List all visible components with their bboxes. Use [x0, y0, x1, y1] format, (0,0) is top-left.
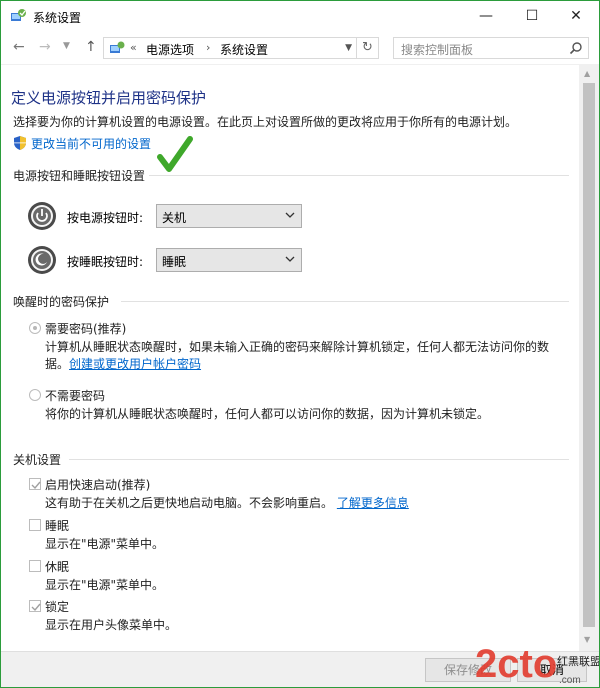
hibernate-description: 显示在"电源"菜单中。 [45, 578, 165, 592]
fast-startup-description: 这有助于在关机之后更快地启动电脑。不会影响重启。 了解更多信息 [45, 494, 409, 511]
lock-checkbox[interactable] [29, 600, 41, 612]
forward-button[interactable]: → [39, 39, 51, 55]
title-bar: 系统设置 — ☐ ✕ [1, 1, 599, 31]
sleep-button-action-select[interactable]: 睡眠 [156, 248, 302, 272]
page-description: 选择要为你的计算机设置的电源设置。在此页上对设置所做的更改将应用于你所有的电源计… [13, 115, 518, 129]
breadcrumb-item-system-settings[interactable]: 系统设置 [220, 41, 268, 58]
group-divider [69, 459, 569, 460]
change-unavailable-settings-label[interactable]: 更改当前不可用的设置 [31, 137, 151, 151]
breadcrumb-overflow-icon[interactable]: « [130, 41, 137, 54]
back-button[interactable]: ← [13, 39, 25, 55]
lock-label[interactable]: 锁定 [45, 598, 69, 615]
power-buttons-heading: 电源按钮和睡眠按钮设置 [13, 169, 146, 183]
sleep-checkbox[interactable] [29, 519, 41, 531]
scrollbar-thumb[interactable] [583, 83, 595, 627]
main-content: 定义电源按钮并启用密码保护 选择要为你的计算机设置的电源设置。在此页上对设置所做… [1, 65, 579, 651]
sleep-label[interactable]: 睡眠 [45, 517, 69, 534]
search-placeholder: 搜索控制面板 [401, 43, 474, 57]
no-password-description: 将你的计算机从睡眠状态唤醒时，任何人都可以访问你的数据，因为计算机未锁定。 [45, 407, 490, 421]
control-panel-icon [11, 9, 26, 21]
power-button-action-select[interactable]: 关机 [156, 204, 302, 228]
wake-password-heading: 唤醒时的密码保护 [13, 295, 110, 309]
navigation-bar: ← → ▼ ↑ « 电源选项 › 系统设置 ▼ ↻ 搜索控制面板 [1, 31, 599, 65]
search-box[interactable]: 搜索控制面板 [393, 37, 589, 59]
lock-description: 显示在用户头像菜单中。 [45, 618, 178, 632]
require-password-label[interactable]: 需要密码(推荐) [45, 320, 126, 337]
require-password-description: 计算机从睡眠状态唤醒时，如果未输入正确的密码来解除计算机锁定，任何人都无法访问你… [45, 340, 550, 354]
change-unavailable-settings-link[interactable]: 更改当前不可用的设置 [13, 135, 151, 152]
power-button-label: 按电源按钮时: [67, 211, 144, 225]
checkmark-icon [31, 481, 41, 490]
svg-text:红黑联盟: 红黑联盟 [557, 655, 600, 668]
scroll-up-icon[interactable]: ▲ [584, 69, 590, 78]
fast-startup-checkbox[interactable] [29, 478, 41, 490]
hibernate-checkbox[interactable] [29, 560, 41, 572]
description-suffix: 据。 [45, 357, 70, 371]
address-dropdown-chevron-icon[interactable]: ▼ [345, 43, 352, 53]
fast-startup-label[interactable]: 启用快速启动(推荐) [45, 476, 150, 493]
svg-text:2cto: 2cto [475, 642, 557, 686]
breadcrumb-item-power-options[interactable]: 电源选项 [146, 41, 194, 58]
breadcrumb-separator-icon[interactable]: › [206, 41, 210, 54]
sleep-button-icon [28, 246, 56, 274]
search-icon[interactable] [569, 41, 583, 55]
group-divider [121, 301, 569, 302]
watermark-logo: 2cto 红黑联盟 .com [475, 642, 600, 686]
group-divider [149, 175, 569, 176]
control-panel-icon [110, 41, 125, 53]
close-button[interactable]: ✕ [553, 1, 599, 31]
create-change-password-link[interactable]: 创建或更改用户帐户密码 [69, 357, 201, 371]
uac-shield-icon [14, 136, 26, 150]
page-title: 定义电源按钮并启用密码保护 [11, 89, 207, 107]
refresh-button[interactable]: ↻ [357, 37, 379, 59]
hibernate-label[interactable]: 休眠 [45, 558, 69, 575]
svg-text:.com: .com [559, 675, 581, 686]
system-settings-window: 系统设置 — ☐ ✕ ← → ▼ ↑ « 电源选项 › 系统设置 ▼ ↻ 搜索控… [0, 0, 600, 688]
power-button-action-value: 关机 [162, 211, 187, 225]
no-password-label[interactable]: 不需要密码 [45, 387, 105, 404]
learn-more-link[interactable]: 了解更多信息 [337, 496, 409, 510]
sleep-button-label: 按睡眠按钮时: [67, 255, 144, 269]
shutdown-settings-heading: 关机设置 [13, 453, 62, 467]
power-button-icon [28, 202, 56, 230]
checkmark-icon [31, 603, 41, 612]
sleep-description: 显示在"电源"菜单中。 [45, 537, 165, 551]
no-password-radio[interactable] [29, 389, 41, 401]
up-button[interactable]: ↑ [85, 39, 97, 55]
chevron-down-icon [285, 212, 295, 218]
recent-locations-chevron-icon[interactable]: ▼ [63, 41, 70, 51]
require-password-description-end: 据。创建或更改用户帐户密码 [45, 355, 201, 372]
fast-startup-description-text: 这有助于在关机之后更快地启动电脑。不会影响重启。 [45, 496, 334, 510]
minimize-button[interactable]: — [463, 1, 509, 31]
chevron-down-icon [285, 256, 295, 262]
vertical-scrollbar[interactable]: ▲ ▼ [579, 65, 599, 651]
sleep-button-action-value: 睡眠 [162, 255, 187, 269]
require-password-radio[interactable] [29, 322, 41, 334]
window-title: 系统设置 [33, 11, 82, 25]
maximize-button[interactable]: ☐ [509, 1, 555, 31]
green-checkmark-icon [157, 136, 193, 172]
address-bar[interactable]: « 电源选项 › 系统设置 ▼ [103, 37, 357, 59]
